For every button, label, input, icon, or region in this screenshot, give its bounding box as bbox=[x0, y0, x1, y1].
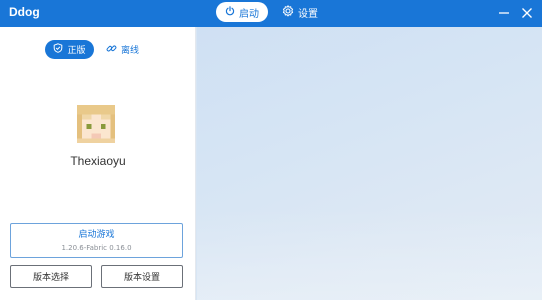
nav-launch-button[interactable]: 启动 bbox=[216, 2, 268, 22]
online-account-tab[interactable]: 正版 bbox=[45, 40, 94, 59]
version-settings-button[interactable]: 版本设置 bbox=[101, 265, 183, 288]
avatar bbox=[77, 105, 115, 143]
power-icon bbox=[225, 5, 235, 19]
gear-icon bbox=[282, 4, 294, 20]
background-panel bbox=[197, 27, 542, 300]
app-title: Ddog bbox=[9, 5, 40, 19]
online-account-label: 正版 bbox=[67, 46, 86, 56]
nav-settings-label: 设置 bbox=[298, 8, 318, 20]
version-select-button[interactable]: 版本选择 bbox=[10, 265, 92, 288]
minimize-icon[interactable] bbox=[497, 5, 511, 19]
shield-check-icon bbox=[53, 43, 63, 56]
title-bar: Ddog 启动 设置 bbox=[0, 0, 542, 27]
offline-account-label: 离线 bbox=[121, 46, 140, 56]
nav-launch-label: 启动 bbox=[239, 8, 259, 20]
background-streak bbox=[197, 207, 542, 300]
launch-version-label: 1.20.6-Fabric 0.16.0 bbox=[61, 243, 132, 252]
sidebar: 正版 离线 Thexiaoyu 启动游戏 1.20.6-Fabric 0.16.… bbox=[0, 27, 196, 300]
link-icon bbox=[106, 43, 117, 57]
launch-game-label: 启动游戏 bbox=[78, 229, 115, 240]
offline-account-tab[interactable]: 离线 bbox=[106, 40, 139, 59]
close-icon[interactable] bbox=[520, 5, 534, 19]
nav-settings-button[interactable]: 设置 bbox=[282, 3, 318, 21]
launch-game-button[interactable]: 启动游戏 1.20.6-Fabric 0.16.0 bbox=[10, 223, 183, 258]
username: Thexiaoyu bbox=[70, 154, 126, 168]
